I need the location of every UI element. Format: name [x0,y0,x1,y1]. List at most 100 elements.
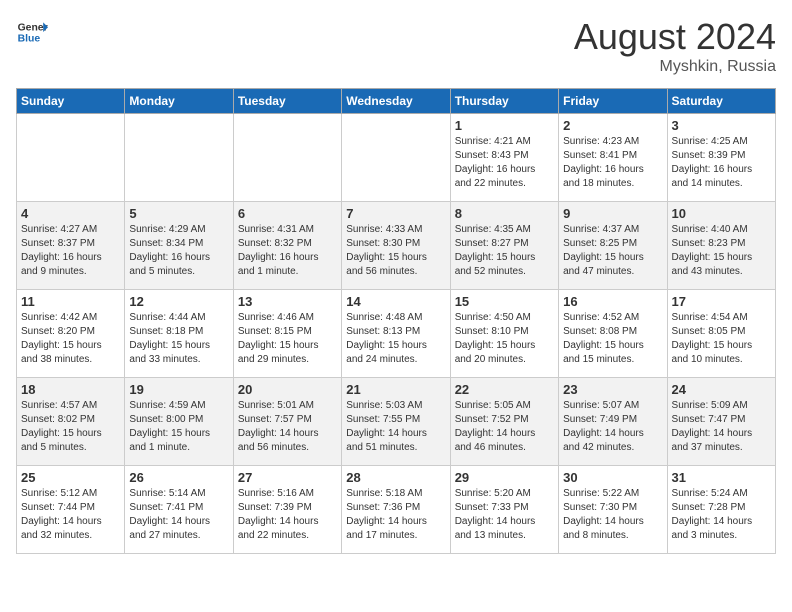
calendar-cell: 21Sunrise: 5:03 AM Sunset: 7:55 PM Dayli… [342,378,450,466]
calendar-cell: 1 Sunrise: 4:21 AM Sunset: 8:43 PM Daylig… [450,114,558,202]
calendar-cell: 9Sunrise: 4:37 AM Sunset: 8:25 PM Daylig… [559,202,667,290]
page-header: General Blue August 2024 Myshkin, Russia [16,16,776,76]
calendar-cell: 24 Sunrise: 5:09 AM Sunset: 7:47 PM Dayli… [667,378,775,466]
weekday-header-sunday: Sunday [17,89,125,114]
cell-content: Sunrise: 4:52 AM Sunset: 8:08 PM Dayligh… [563,312,644,365]
day-number: 21 [346,382,445,397]
day-number: 16 [563,294,662,309]
cell-content: Sunrise: 4:27 AM Sunset: 8:37 PM Dayligh… [21,224,102,277]
calendar-cell: 30 Sunrise: 5:22 AM Sunset: 7:30 PM Dayli… [559,466,667,554]
calendar-cell: 22 Sunrise: 5:05 AM Sunset: 7:52 PM Dayli… [450,378,558,466]
calendar-cell: 7 Sunrise: 4:33 AM Sunset: 8:30 PM Daylig… [342,202,450,290]
calendar-cell: 27 Sunrise: 5:16 AM Sunset: 7:39 PM Dayli… [233,466,341,554]
calendar-cell: 17Sunrise: 4:54 AM Sunset: 8:05 PM Dayli… [667,290,775,378]
calendar-cell: 26 Sunrise: 5:14 AM Sunset: 7:41 PM Dayli… [125,466,233,554]
day-number: 24 [672,382,771,397]
cell-content: Sunrise: 5:16 AM Sunset: 7:39 PM Dayligh… [238,488,319,541]
calendar-cell: 14 Sunrise: 4:48 AM Sunset: 8:13 PM Dayli… [342,290,450,378]
calendar-cell: 25 Sunrise: 5:12 AM Sunset: 7:44 PM Dayli… [17,466,125,554]
calendar-cell: 2Sunrise: 4:23 AM Sunset: 8:41 PM Daylig… [559,114,667,202]
location: Myshkin, Russia [574,58,776,76]
day-number: 11 [21,294,120,309]
cell-content: Sunrise: 4:29 AM Sunset: 8:34 PM Dayligh… [129,224,210,277]
calendar-cell: 31 Sunrise: 5:24 AM Sunset: 7:28 PM Dayli… [667,466,775,554]
calendar-cell: 19 Sunrise: 4:59 AM Sunset: 8:00 PM Dayli… [125,378,233,466]
day-number: 31 [672,470,771,485]
day-number: 15 [455,294,554,309]
calendar-cell [342,114,450,202]
calendar-cell: 20Sunrise: 5:01 AM Sunset: 7:57 PM Dayli… [233,378,341,466]
day-number: 27 [238,470,337,485]
cell-content: Sunrise: 5:12 AM Sunset: 7:44 PM Dayligh… [21,488,102,541]
day-number: 3 [672,118,771,133]
calendar-cell: 5Sunrise: 4:29 AM Sunset: 8:34 PM Daylig… [125,202,233,290]
calendar-week-1: 1 Sunrise: 4:21 AM Sunset: 8:43 PM Daylig… [17,114,776,202]
cell-content: Sunrise: 4:33 AM Sunset: 8:30 PM Dayligh… [346,224,427,277]
calendar-cell: 15 Sunrise: 4:50 AM Sunset: 8:10 PM Dayli… [450,290,558,378]
cell-content: Sunrise: 4:37 AM Sunset: 8:25 PM Dayligh… [563,224,644,277]
calendar-cell: 16 Sunrise: 4:52 AM Sunset: 8:08 PM Dayli… [559,290,667,378]
cell-content: Sunrise: 5:20 AM Sunset: 7:33 PM Dayligh… [455,488,536,541]
day-number: 6 [238,206,337,221]
calendar-cell: 13Sunrise: 4:46 AM Sunset: 8:15 PM Dayli… [233,290,341,378]
day-number: 25 [21,470,120,485]
calendar-cell: 12Sunrise: 4:44 AM Sunset: 8:18 PM Dayli… [125,290,233,378]
calendar-cell: 23Sunrise: 5:07 AM Sunset: 7:49 PM Dayli… [559,378,667,466]
calendar-table: SundayMondayTuesdayWednesdayThursdayFrid… [16,88,776,554]
weekday-header-monday: Monday [125,89,233,114]
logo-icon: General Blue [16,16,48,48]
calendar-body: 1 Sunrise: 4:21 AM Sunset: 8:43 PM Daylig… [17,114,776,554]
cell-content: Sunrise: 5:18 AM Sunset: 7:36 PM Dayligh… [346,488,427,541]
day-number: 20 [238,382,337,397]
logo: General Blue [16,16,48,48]
calendar-cell: 10Sunrise: 4:40 AM Sunset: 8:23 PM Dayli… [667,202,775,290]
day-number: 22 [455,382,554,397]
day-number: 29 [455,470,554,485]
calendar-cell: 28 Sunrise: 5:18 AM Sunset: 7:36 PM Dayli… [342,466,450,554]
calendar-cell: 18Sunrise: 4:57 AM Sunset: 8:02 PM Dayli… [17,378,125,466]
day-number: 13 [238,294,337,309]
cell-content: Sunrise: 5:07 AM Sunset: 7:49 PM Dayligh… [563,400,644,453]
cell-content: Sunrise: 5:22 AM Sunset: 7:30 PM Dayligh… [563,488,644,541]
calendar-cell [233,114,341,202]
svg-text:Blue: Blue [18,34,41,45]
weekday-header-tuesday: Tuesday [233,89,341,114]
day-number: 7 [346,206,445,221]
calendar-week-4: 18Sunrise: 4:57 AM Sunset: 8:02 PM Dayli… [17,378,776,466]
calendar-cell: 8Sunrise: 4:35 AM Sunset: 8:27 PM Daylig… [450,202,558,290]
cell-content: Sunrise: 5:05 AM Sunset: 7:52 PM Dayligh… [455,400,536,453]
cell-content: Sunrise: 4:48 AM Sunset: 8:13 PM Dayligh… [346,312,427,365]
day-number: 19 [129,382,228,397]
calendar-week-5: 25 Sunrise: 5:12 AM Sunset: 7:44 PM Dayli… [17,466,776,554]
cell-content: Sunrise: 4:50 AM Sunset: 8:10 PM Dayligh… [455,312,536,365]
cell-content: Sunrise: 4:40 AM Sunset: 8:23 PM Dayligh… [672,224,753,277]
calendar-cell: 29 Sunrise: 5:20 AM Sunset: 7:33 PM Dayli… [450,466,558,554]
weekday-header-thursday: Thursday [450,89,558,114]
month-title: August 2024 [574,16,776,58]
day-number: 1 [455,118,554,133]
cell-content: Sunrise: 4:42 AM Sunset: 8:20 PM Dayligh… [21,312,102,365]
day-number: 4 [21,206,120,221]
cell-content: Sunrise: 4:57 AM Sunset: 8:02 PM Dayligh… [21,400,102,453]
calendar-header-row: SundayMondayTuesdayWednesdayThursdayFrid… [17,89,776,114]
cell-content: Sunrise: 5:09 AM Sunset: 7:47 PM Dayligh… [672,400,753,453]
calendar-cell: 3 Sunrise: 4:25 AM Sunset: 8:39 PM Daylig… [667,114,775,202]
cell-content: Sunrise: 5:24 AM Sunset: 7:28 PM Dayligh… [672,488,753,541]
cell-content: Sunrise: 4:59 AM Sunset: 8:00 PM Dayligh… [129,400,210,453]
day-number: 12 [129,294,228,309]
day-number: 26 [129,470,228,485]
cell-content: Sunrise: 4:23 AM Sunset: 8:41 PM Dayligh… [563,136,644,189]
day-number: 30 [563,470,662,485]
weekday-header-saturday: Saturday [667,89,775,114]
cell-content: Sunrise: 4:35 AM Sunset: 8:27 PM Dayligh… [455,224,536,277]
calendar-cell: 6 Sunrise: 4:31 AM Sunset: 8:32 PM Daylig… [233,202,341,290]
day-number: 28 [346,470,445,485]
title-block: August 2024 Myshkin, Russia [574,16,776,76]
calendar-cell: 4 Sunrise: 4:27 AM Sunset: 8:37 PM Daylig… [17,202,125,290]
day-number: 17 [672,294,771,309]
day-number: 14 [346,294,445,309]
cell-content: Sunrise: 5:14 AM Sunset: 7:41 PM Dayligh… [129,488,210,541]
cell-content: Sunrise: 4:21 AM Sunset: 8:43 PM Dayligh… [455,136,536,189]
cell-content: Sunrise: 4:25 AM Sunset: 8:39 PM Dayligh… [672,136,753,189]
cell-content: Sunrise: 4:31 AM Sunset: 8:32 PM Dayligh… [238,224,319,277]
